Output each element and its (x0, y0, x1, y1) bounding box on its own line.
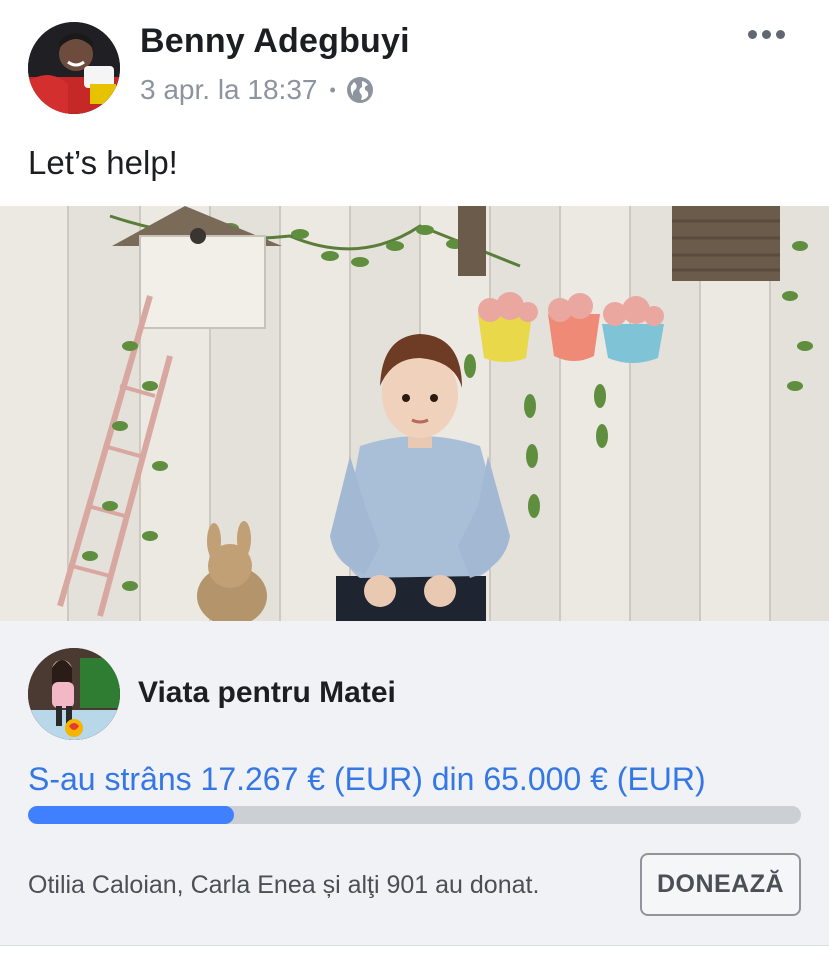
post-text: Let’s help! (28, 144, 178, 181)
fundraiser-avatar[interactable] (28, 648, 120, 740)
donors-summary[interactable]: Otilia Caloian, Carla Enea și alţi 901 a… (28, 871, 539, 900)
donate-button[interactable]: DONEAZĂ (640, 853, 801, 916)
post-header: Benny Adegbuyi 3 apr. la 18:37 • (0, 0, 829, 130)
post-photo[interactable] (0, 206, 829, 621)
progress-fill (28, 806, 234, 824)
post-meta: 3 apr. la 18:37 • (140, 74, 374, 106)
post-timestamp[interactable]: 3 apr. la 18:37 (140, 74, 317, 106)
amount-raised: S-au strâns 17.267 € (EUR) din 65.000 € … (28, 761, 706, 797)
more-dot (748, 30, 757, 39)
fundraiser-avatar-image (28, 648, 120, 740)
fundraiser-title[interactable]: Viata pentru Matei (138, 676, 396, 710)
fundraiser-progress-bar (28, 806, 801, 824)
more-options-icon[interactable] (748, 30, 785, 39)
author-name[interactable]: Benny Adegbuyi (140, 22, 410, 61)
more-dot (762, 30, 771, 39)
globe-icon[interactable] (346, 76, 374, 104)
more-dot (776, 30, 785, 39)
meta-separator: • (329, 79, 336, 100)
photo-illustration (0, 206, 829, 621)
fundraiser-card[interactable]: Viata pentru Matei S-au strâns 17.267 € … (0, 621, 829, 946)
author-avatar-image (28, 22, 120, 114)
author-avatar[interactable] (28, 22, 120, 114)
